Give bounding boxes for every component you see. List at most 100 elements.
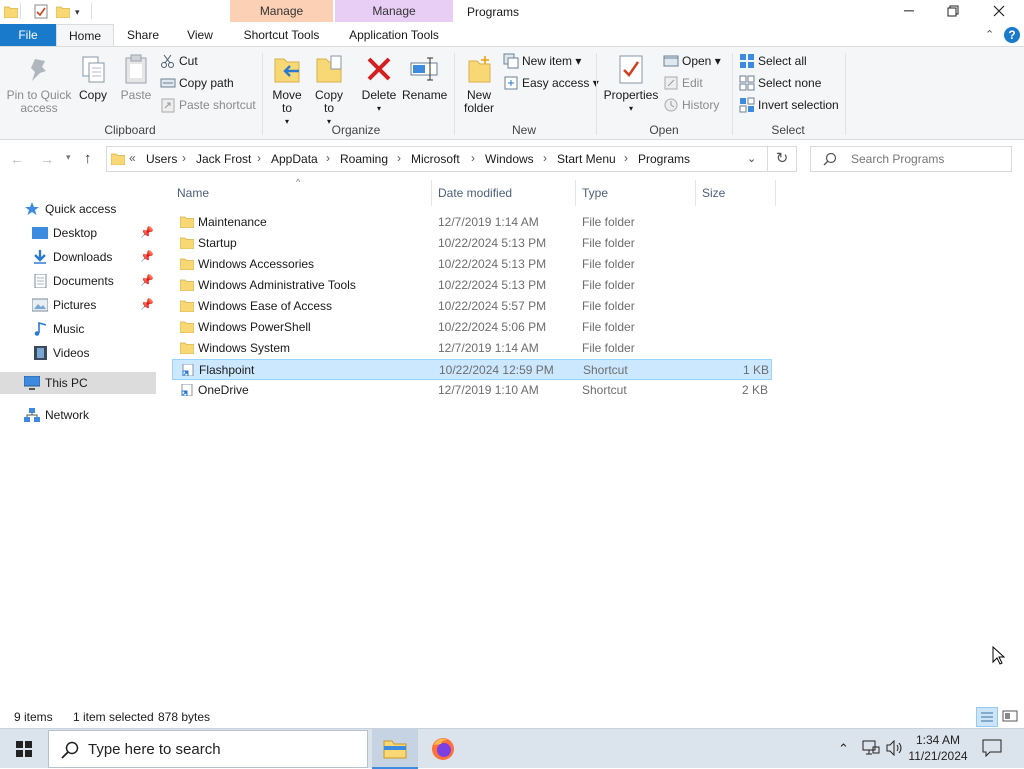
search-box[interactable]: Search Programs (810, 146, 1012, 172)
tab-shortcut-tools[interactable]: Shortcut Tools (230, 24, 333, 46)
nav-quick-access[interactable]: Quick access (0, 198, 156, 220)
file-row[interactable]: Windows Ease of Access 10/22/2024 5:57 PM… (172, 296, 772, 317)
pin-icon[interactable]: 📌 (140, 270, 154, 292)
select-none-button[interactable]: Select none (739, 73, 821, 93)
start-button[interactable] (0, 729, 48, 769)
chevron-right-icon[interactable]: › (326, 151, 330, 165)
file-row[interactable]: OneDrive 12/7/2019 1:10 AM Shortcut 2 KB (172, 380, 772, 401)
address-bar[interactable]: « Users › Jack Frost › AppData › Roaming… (106, 146, 768, 172)
breadcrumb-jack-frost[interactable]: Jack Frost (196, 152, 251, 166)
breadcrumb-overflow[interactable]: « (129, 151, 136, 165)
file-row[interactable]: Windows Administrative Tools 10/22/2024 5… (172, 275, 772, 296)
file-type: File folder (582, 278, 635, 292)
properties-button[interactable]: Properties ▾ (602, 53, 660, 115)
copy-button[interactable]: Copy (76, 53, 110, 102)
column-header-name[interactable]: Name (172, 180, 432, 206)
chevron-up-icon[interactable]: ⌃ (838, 741, 849, 757)
invert-selection-button[interactable]: Invert selection (739, 95, 839, 115)
chevron-right-icon[interactable]: › (182, 151, 186, 165)
file-row[interactable]: Windows Accessories 10/22/2024 5:13 PM Fil… (172, 254, 772, 275)
paste-shortcut-button[interactable]: Paste shortcut (160, 95, 256, 115)
help-icon[interactable]: ? (1004, 27, 1020, 43)
volume-icon[interactable] (886, 740, 904, 756)
network-status-icon[interactable] (862, 740, 880, 756)
file-row[interactable]: Windows PowerShell 10/22/2024 5:06 PM File… (172, 317, 772, 338)
delete-button[interactable]: Delete ▾ (360, 53, 398, 115)
nav-downloads[interactable]: Downloads 📌 (0, 246, 156, 268)
column-header-date-modified[interactable]: Date modified (432, 180, 576, 206)
nav-network[interactable]: Network (0, 404, 156, 426)
rename-button[interactable]: Rename (402, 53, 447, 102)
minimize-button[interactable]: ─ (898, 2, 920, 20)
paste-button[interactable]: Paste (116, 53, 156, 102)
details-view-button[interactable] (976, 707, 998, 727)
chevron-right-icon[interactable]: › (543, 151, 547, 165)
manage-application-context-tab[interactable]: Manage (335, 0, 453, 22)
new-folder-icon[interactable] (56, 5, 70, 18)
pin-to-quick-access-button[interactable]: Pin to Quick access (4, 53, 74, 115)
chevron-right-icon[interactable]: › (397, 151, 401, 165)
breadcrumb-appdata[interactable]: AppData (271, 152, 318, 166)
taskbar-search-box[interactable]: Type here to search (48, 730, 368, 768)
file-row[interactable]: Maintenance 12/7/2019 1:14 AM File folder (172, 212, 772, 233)
breadcrumb-users[interactable]: Users (146, 152, 177, 166)
nav-pictures[interactable]: Pictures 📌 (0, 294, 156, 316)
firefox-taskbar-button[interactable] (420, 729, 466, 769)
open-button[interactable]: Open ▾ (663, 51, 721, 71)
copy-path-button[interactable]: Copy path (160, 73, 234, 93)
nav-music[interactable]: Music (0, 318, 156, 340)
tab-home[interactable]: Home (56, 24, 114, 47)
tab-share[interactable]: Share (116, 24, 170, 46)
new-folder-button[interactable]: New folder (458, 53, 500, 115)
pin-icon[interactable]: 📌 (140, 246, 154, 268)
move-to-button[interactable]: Move to ▾ (268, 53, 306, 128)
close-button[interactable] (988, 2, 1010, 20)
copy-to-button[interactable]: Copy to ▾ (310, 53, 348, 128)
large-icons-view-button[interactable] (1000, 707, 1020, 727)
new-item-button[interactable]: New item ▾ (503, 51, 581, 71)
select-all-button[interactable]: Select all (739, 51, 807, 71)
breadcrumb-start-menu[interactable]: Start Menu (557, 152, 616, 166)
manage-shortcut-context-tab[interactable]: Manage (230, 0, 333, 22)
customize-toolbar-icon[interactable]: ▾ (75, 7, 80, 18)
tab-application-tools[interactable]: Application Tools (335, 24, 453, 46)
notifications-icon[interactable] (982, 739, 1002, 757)
collapse-ribbon-icon[interactable]: ⌃ (985, 28, 994, 41)
breadcrumb-roaming[interactable]: Roaming (340, 152, 388, 166)
chevron-right-icon[interactable]: › (471, 151, 475, 165)
pin-icon[interactable]: 📌 (140, 222, 154, 244)
file-type: Shortcut (582, 383, 627, 397)
history-button[interactable]: History (663, 95, 719, 115)
chevron-right-icon[interactable]: › (257, 151, 261, 165)
file-row[interactable]: Startup 10/22/2024 5:13 PM File folder (172, 233, 772, 254)
nav-documents[interactable]: Documents 📌 (0, 270, 156, 292)
file-explorer-taskbar-button[interactable] (372, 729, 418, 769)
recent-locations-icon[interactable]: ▾ (66, 152, 71, 163)
file-row[interactable]: Flashpoint 10/22/2024 12:59 PM Shortcut 1 K… (172, 359, 772, 380)
file-row[interactable]: Windows System 12/7/2019 1:14 AM File fold… (172, 338, 772, 359)
cut-button[interactable]: Cut (160, 51, 198, 71)
properties-icon[interactable] (34, 4, 48, 19)
tab-view[interactable]: View (172, 24, 228, 46)
address-dropdown-icon[interactable]: ⌄ (747, 152, 756, 165)
nav-this-pc[interactable]: This PC (0, 372, 156, 394)
easy-access-button[interactable]: Easy access ▾ (503, 73, 599, 93)
breadcrumb-microsoft[interactable]: Microsoft (411, 152, 460, 166)
back-arrow-icon[interactable]: ← (10, 151, 24, 167)
edit-button[interactable]: Edit (663, 73, 703, 93)
taskbar-clock[interactable]: 1:34 AM 11/21/2024 (906, 732, 970, 764)
tab-file[interactable]: File (0, 24, 56, 46)
forward-arrow-icon[interactable]: → (40, 151, 54, 167)
refresh-button[interactable]: ↻ (767, 146, 797, 172)
nav-desktop[interactable]: Desktop 📌 (0, 222, 156, 244)
column-header-type[interactable]: Type (576, 180, 696, 206)
chevron-right-icon[interactable]: › (624, 151, 628, 165)
breadcrumb-windows[interactable]: Windows (485, 152, 534, 166)
breadcrumb-programs[interactable]: Programs (638, 152, 690, 166)
scissors-icon (160, 53, 176, 69)
column-header-size[interactable]: Size (696, 180, 776, 206)
up-arrow-icon[interactable]: ↑ (84, 150, 92, 167)
nav-videos[interactable]: Videos (0, 342, 156, 364)
pin-icon[interactable]: 📌 (140, 294, 154, 316)
restore-button[interactable] (942, 2, 964, 20)
